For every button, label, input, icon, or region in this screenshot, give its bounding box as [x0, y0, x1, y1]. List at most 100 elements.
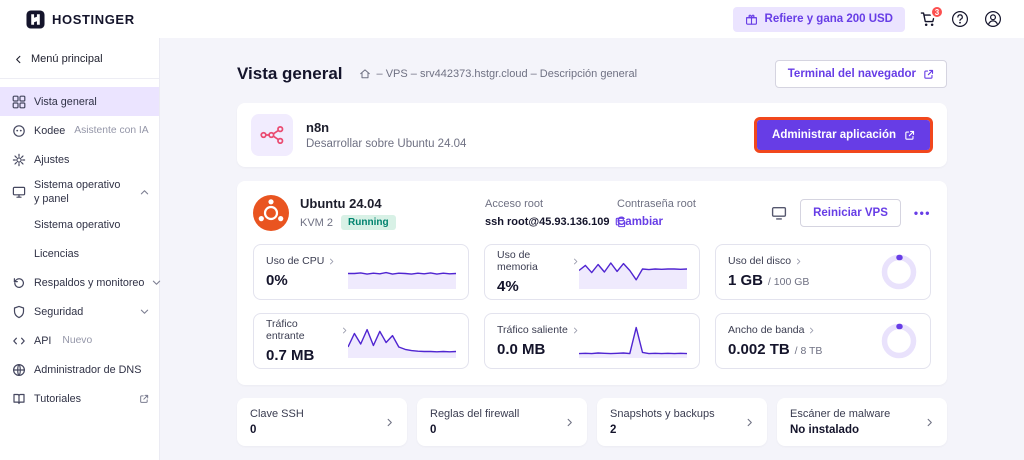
manage-application-button[interactable]: Administrar aplicación	[757, 120, 930, 150]
stat-value: 0%	[266, 272, 335, 289]
quick-links: Clave SSH 0 Reglas del firewall 0 Snapsh…	[237, 398, 947, 446]
firewall-rules-card[interactable]: Reglas del firewall 0	[417, 398, 587, 446]
mini-card-value: 2	[610, 424, 715, 436]
mini-card-info: Escáner de malware No instalado	[790, 408, 890, 436]
ssh-keys-card[interactable]: Clave SSH 0	[237, 398, 407, 446]
stat-card-outbound-traffic[interactable]: Tráfico saliente 0.0 MB	[484, 313, 700, 369]
cart-badge: 3	[930, 5, 944, 19]
mini-card-value: No instalado	[790, 424, 890, 436]
sidebar-label: API	[34, 335, 51, 347]
disk-usage-donut	[880, 253, 918, 291]
sidebar: Menú principal Vista general Kodee Asist…	[0, 38, 160, 460]
grid-icon	[12, 95, 26, 109]
shield-icon	[12, 305, 26, 319]
mini-card-label: Escáner de malware	[790, 408, 890, 420]
application-subtitle: Desarrollar sobre Ubuntu 24.04	[306, 138, 466, 150]
sidebar-item-tutoriales[interactable]: Tutoriales	[0, 384, 159, 413]
outbound-traffic-sparkline	[579, 323, 687, 359]
back-to-main-menu[interactable]: Menú principal	[0, 38, 159, 78]
help-button[interactable]	[951, 10, 969, 28]
sidebar-item-seguridad[interactable]: Seguridad	[0, 297, 159, 326]
topbar-actions: Refiere y gana 200 USD 3	[733, 7, 1002, 32]
stat-value: 1 GB	[728, 272, 763, 289]
account-icon	[984, 10, 1002, 28]
vps-meta: KVM 2 Running	[300, 215, 396, 230]
sidebar-item-respaldos-monitoreo[interactable]: Respaldos y monitoreo	[0, 268, 159, 297]
stat-info: Tráfico entrante 0.7 MB	[266, 318, 348, 364]
cart-button[interactable]: 3	[920, 11, 936, 27]
gear-icon	[12, 153, 26, 167]
mini-card-info: Clave SSH 0	[250, 408, 304, 436]
os-info: Ubuntu 24.04 KVM 2 Running	[300, 196, 396, 230]
account-button[interactable]	[984, 10, 1002, 28]
stat-card-memory[interactable]: Uso de memoria 4%	[484, 244, 700, 300]
sidebar-item-sistema-operativo-panel[interactable]: Sistema operativo y panel	[0, 174, 159, 210]
hostinger-logo[interactable]: HOSTINGER	[26, 10, 135, 29]
stat-label: Tráfico saliente	[497, 324, 568, 336]
monitor-icon	[12, 185, 26, 199]
n8n-logo-icon	[259, 122, 285, 148]
restart-vps-button[interactable]: Reiniciar VPS	[800, 199, 901, 227]
stat-card-inbound-traffic[interactable]: Tráfico entrante 0.7 MB	[253, 313, 469, 369]
sidebar-label: Licencias	[34, 248, 79, 260]
sidebar-item-api[interactable]: API Nuevo	[0, 326, 159, 355]
sidebar-label: Sistema operativo	[34, 219, 120, 231]
inbound-traffic-sparkline	[348, 323, 456, 359]
browser-terminal-button[interactable]: Terminal del navegador	[775, 60, 947, 88]
more-options-button[interactable]: •••	[914, 206, 931, 220]
external-link-icon	[923, 69, 934, 80]
sidebar-label: Administrador de DNS	[34, 364, 141, 376]
hostinger-logo-icon	[26, 10, 45, 29]
sidebar-item-ajustes[interactable]: Ajustes	[0, 145, 159, 174]
page-title: Vista general	[237, 64, 343, 84]
sidebar-item-administrador-dns[interactable]: Administrador de DNS	[0, 355, 159, 384]
hpanel-vps-overview: HOSTINGER Refiere y gana 200 USD 3	[0, 0, 1024, 460]
chevron-right-icon	[572, 258, 579, 265]
refer-button-label: Refiere y gana 200 USD	[765, 13, 893, 25]
snapshots-backups-card[interactable]: Snapshots y backups 2	[597, 398, 767, 446]
sidebar-item-vista-general[interactable]: Vista general	[0, 87, 159, 116]
sidebar-label: Respaldos y monitoreo	[34, 277, 144, 289]
new-badge: Nuevo	[62, 335, 92, 346]
stat-label: Ancho de banda	[728, 324, 804, 336]
topbar: HOSTINGER Refiere y gana 200 USD 3	[0, 0, 1024, 38]
stat-info: Uso del disco 1 GB / 100 GB	[728, 255, 809, 289]
mini-card-label: Snapshots y backups	[610, 408, 715, 420]
stat-label: Uso del disco	[728, 255, 791, 267]
external-link-icon	[904, 130, 915, 141]
annotation-highlight: Administrar aplicación	[754, 117, 933, 153]
chevron-right-icon	[341, 327, 348, 334]
sidebar-label: Kodee	[34, 125, 65, 137]
stat-card-disk[interactable]: Uso del disco 1 GB / 100 GB	[715, 244, 931, 300]
home-icon	[359, 68, 371, 80]
page-header: Vista general – VPS – srv442373.hstgr.cl…	[237, 60, 947, 88]
mini-card-label: Clave SSH	[250, 408, 304, 420]
sidebar-label: Seguridad	[34, 306, 83, 318]
chevron-right-icon	[385, 418, 394, 427]
external-link-icon	[139, 394, 149, 404]
mini-card-value: 0	[430, 424, 519, 436]
ssh-command-text: ssh root@45.93.136.109	[485, 216, 609, 228]
change-password-link[interactable]: Cambiar	[617, 216, 696, 228]
bandwidth-usage-donut	[880, 322, 918, 360]
n8n-app-icon	[251, 114, 293, 156]
stat-value: 4%	[497, 278, 579, 295]
manage-application-label: Administrar aplicación	[772, 129, 896, 141]
sidebar-item-licencias[interactable]: Licencias	[0, 239, 159, 268]
sidebar-item-sistema-operativo[interactable]: Sistema operativo	[0, 210, 159, 239]
sidebar-item-kodee[interactable]: Kodee Asistente con IA	[0, 116, 159, 145]
console-icon[interactable]	[771, 205, 787, 221]
sidebar-label: Ajustes	[34, 154, 69, 166]
refer-and-earn-button[interactable]: Refiere y gana 200 USD	[733, 7, 905, 32]
mini-card-label: Reglas del firewall	[430, 408, 519, 420]
sidebar-label: Sistema operativo y panel	[34, 178, 126, 206]
os-name: Ubuntu 24.04	[300, 196, 396, 211]
breadcrumb[interactable]: – VPS – srv442373.hstgr.cloud – Descripc…	[359, 68, 638, 80]
stat-card-bandwidth[interactable]: Ancho de banda 0.002 TB / 8 TB	[715, 313, 931, 369]
malware-scanner-card[interactable]: Escáner de malware No instalado	[777, 398, 947, 446]
brand-name: HOSTINGER	[52, 12, 135, 27]
page-header-left: Vista general – VPS – srv442373.hstgr.cl…	[237, 64, 637, 84]
stat-card-cpu[interactable]: Uso de CPU 0%	[253, 244, 469, 300]
stat-label: Uso de memoria	[497, 249, 568, 273]
root-access-label: Acceso root	[485, 198, 617, 210]
